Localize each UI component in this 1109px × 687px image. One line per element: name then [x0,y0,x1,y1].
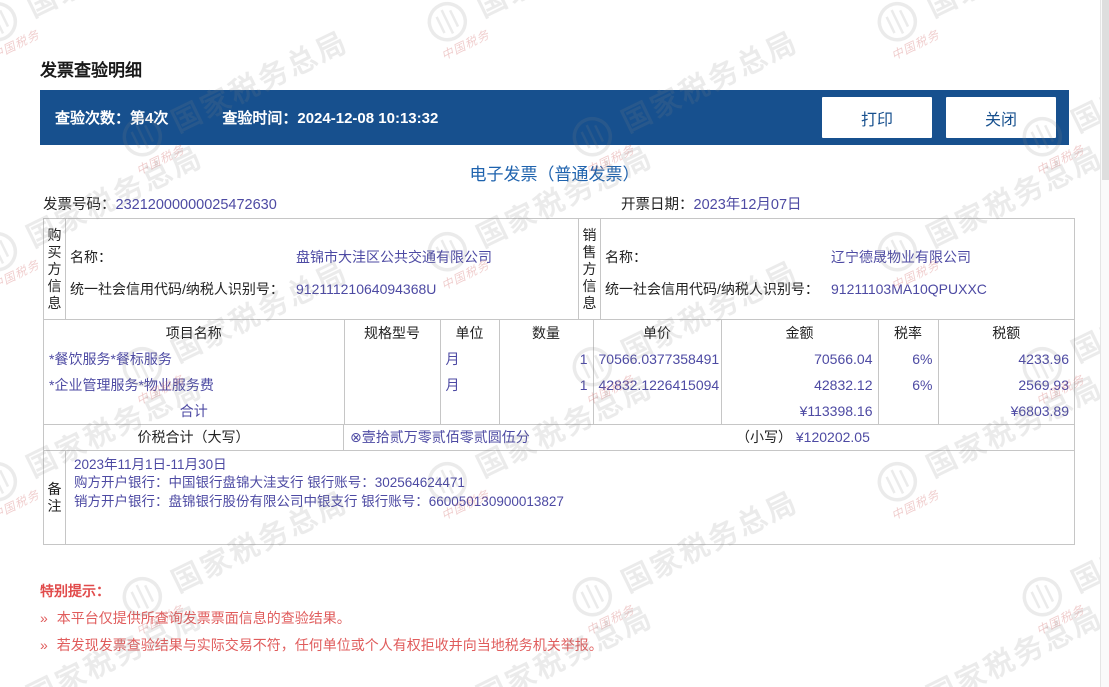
check-time-label: 查验时间： [222,110,298,127]
check-count: 查验次数：第4次 [55,107,168,128]
check-count-label: 查验次数： [55,110,131,127]
verification-toolbar: 查验次数：第4次 查验时间：2024-12-08 10:13:32 打印 关闭 [40,90,1069,145]
col-tax: 税额 [992,324,1021,341]
remarks-side-label: 备注 [44,450,66,545]
col-qty: 数量 [499,319,594,346]
item-name: *餐饮服务*餐标服务 [44,345,345,372]
col-spec: 规格型号 [344,319,441,346]
remarks-row: 备注 2023年11月1日-11月30日 购方开户银行：中国银行盘锦大洼支行 银… [44,449,1074,545]
total-amount: ¥113398.16 [721,397,879,424]
item-price: 42832.1226415094 [593,371,722,398]
scrollbar-thumb[interactable] [1102,0,1109,180]
col-unit: 单位 [440,319,500,346]
items-header-row: 项目名称 规格型号 单位 数量 单价 金额 税率 税额 [44,319,1074,346]
item-qty: 1 [499,345,594,372]
item-tax-rate: 6% [878,345,939,372]
seller-side-label: 销售方信息 [579,219,601,319]
item-tax: 2569.93 [1018,376,1069,393]
invoice-number-row: 发票号码：23212000000025472630 开票日期：2023年12月0… [43,193,1075,214]
item-price: 70566.0377358491 [593,345,722,372]
seller-panel: 销售方信息 名称： 辽宁德晟物业有限公司 统一社会信用代码/纳税人识别号： 9121… [579,219,1074,319]
col-price: 单价 [593,319,722,346]
item-spec [344,345,441,372]
check-count-value: 第4次 [130,110,169,127]
seller-taxid-label: 统一社会信用代码/纳税人识别号： [605,281,819,297]
grand-total-row: 价税合计（大写） ⊗壹拾贰万零贰佰零贰圆伍分 （小写） ¥120202.05 [44,423,1074,450]
item-name: *企业管理服务*物业服务费 [44,371,345,398]
item-tax-rate: 6% [878,371,939,398]
items-total-row: 合计 ¥113398.16 ¥6803.89 [44,397,1074,424]
buyer-name-label: 名称： [70,249,112,265]
seller-taxid-value: 91211103MA10QPUXXC [831,281,987,297]
item-unit: 月 [440,371,500,398]
seller-name-value: 辽宁德晟物业有限公司 [831,249,971,265]
notice-line: » 本平台仅提供所查询发票票面信息的查验结果。 [40,610,351,626]
col-amount: 金额 [721,319,879,346]
grand-total-words: ⊗壹拾贰万零贰佰零贰圆伍分 [350,428,530,445]
col-item-name: 项目名称 [44,319,345,346]
item-qty: 1 [499,371,594,398]
remark-line: 购方开户银行：中国银行盘锦大洼支行 银行账号：302564624471 [74,475,465,490]
table-row: *餐饮服务*餐标服务 月 1 70566.0377358491 70566.04… [44,345,1074,372]
invoice-number-value: 23212000000025472630 [115,197,277,213]
total-label: 合计 [44,397,345,424]
buyer-taxid-label: 统一社会信用代码/纳税人识别号： [70,281,284,297]
item-spec [344,371,441,398]
notice-line: » 若发现发票查验结果与实际交易不符，任何单位或个人有权拒收并向当地税务机关举报。 [40,637,603,653]
buyer-name-value: 盘锦市大洼区公共交通有限公司 [296,249,492,265]
seller-name-label: 名称： [605,249,647,265]
item-unit: 月 [440,345,500,372]
item-tax: 4233.96 [1018,350,1069,367]
buyer-taxid-value: 91211121064094368U [296,281,437,297]
item-amount: 42832.12 [721,371,879,398]
grand-total-label: 价税合计（大写） [44,424,344,450]
invoice-number-label: 发票号码： [43,197,116,213]
bullet-icon: » [40,637,48,653]
special-notice-title: 特别提示： [40,583,110,599]
invoice-date-value: 2023年12月07日 [693,197,802,213]
invoice-type-title: 电子发票（普通发票） [469,165,640,184]
grand-total-small-value: ¥120202.05 [795,428,870,445]
print-button[interactable]: 打印 [822,97,932,138]
invoice-verification-page: 发票查验明细 查验次数：第4次 查验时间：2024-12-08 10:13:32… [0,0,1109,687]
page-title: 发票查验明细 [40,61,142,80]
vertical-scrollbar[interactable] [1100,0,1109,687]
buyer-side-label: 购买方信息 [44,219,66,319]
remark-line: 销方开户银行：盘锦银行股份有限公司中银支行 银行账号：6600501309000… [74,493,564,509]
buyer-panel: 购买方信息 名称： 盘锦市大洼区公共交通有限公司 统一社会信用代码/纳税人识别号：… [44,219,579,319]
total-tax: ¥6803.89 [1010,402,1069,419]
table-row: *企业管理服务*物业服务费 月 1 42832.1226415094 42832… [44,371,1074,398]
line-items-table: 项目名称 规格型号 单位 数量 单价 金额 税率 税额 *餐饮服务*餐标服务 月… [44,319,1074,424]
close-button[interactable]: 关闭 [946,97,1056,138]
grand-total-small-label: （小写） [736,428,792,445]
invoice-detail-box: 购买方信息 名称： 盘锦市大洼区公共交通有限公司 统一社会信用代码/纳税人识别号：… [43,218,1075,545]
bullet-icon: » [40,610,48,626]
remark-line: 2023年11月1日-11月30日 [74,456,227,472]
invoice-date-label: 开票日期： [621,197,694,213]
check-time-value: 2024-12-08 10:13:32 [297,110,439,127]
col-tax-rate: 税率 [878,319,939,346]
check-time: 查验时间：2024-12-08 10:13:32 [222,107,438,128]
item-amount: 70566.04 [721,345,879,372]
party-info-row: 购买方信息 名称： 盘锦市大洼区公共交通有限公司 统一社会信用代码/纳税人识别号：… [44,219,1074,319]
